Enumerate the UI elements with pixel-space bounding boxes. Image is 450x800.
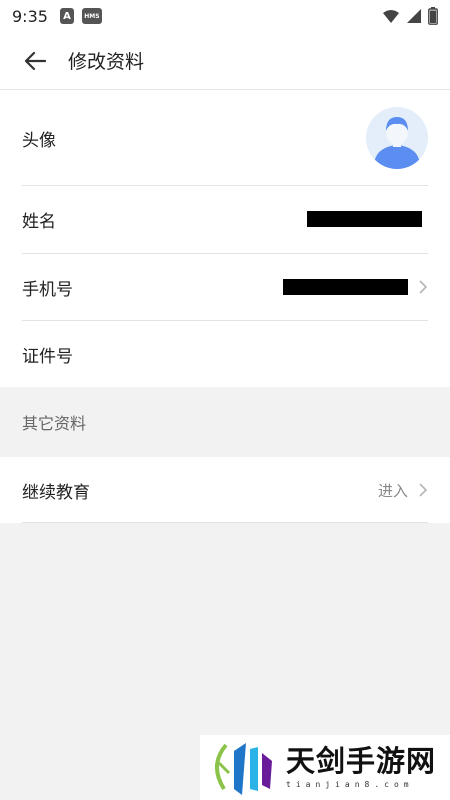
app-bar: 修改资料 (0, 32, 450, 90)
phone-redaction (283, 279, 408, 295)
watermark: 天剑手游网 tianjian8.com (200, 735, 450, 800)
wifi-icon (383, 10, 399, 23)
avatar[interactable] (366, 107, 428, 169)
name-redaction (307, 211, 422, 227)
status-badge-a: A (59, 8, 74, 24)
status-badge-hms: HMS (81, 8, 102, 24)
chevron-right-icon (418, 279, 428, 295)
watermark-subtitle: tianjian8.com (286, 779, 414, 789)
back-button[interactable] (20, 46, 50, 76)
watermark-title: 天剑手游网 (286, 744, 437, 779)
divider (22, 522, 428, 523)
user-avatar-icon (366, 107, 428, 169)
avatar-label: 头像 (22, 130, 56, 151)
page-title: 修改资料 (68, 51, 145, 73)
id-label: 证件号 (22, 346, 73, 367)
name-row: 姓名 (22, 186, 428, 252)
phone-row[interactable]: 手机号 (22, 254, 428, 320)
watermark-logo-icon (215, 742, 272, 795)
status-icons (382, 7, 438, 25)
chevron-right-icon (418, 482, 428, 498)
phone-label: 手机号 (22, 279, 73, 300)
status-bar: 9:35 A HMS (0, 0, 450, 32)
continuing-education-row[interactable]: 继续教育 进入 (22, 457, 428, 523)
avatar-row[interactable]: 头像 (22, 103, 428, 173)
arrow-left-icon (24, 51, 47, 70)
enter-label: 进入 (377, 481, 408, 500)
signal-icon (407, 9, 421, 23)
name-label: 姓名 (22, 211, 56, 232)
watermark-text: 天剑手游网 tianjian8.com (286, 744, 437, 789)
other-section-title: 其它资料 (22, 414, 87, 433)
battery-icon (428, 7, 438, 25)
continuing-education-label: 继续教育 (22, 482, 90, 503)
id-row: 证件号 (22, 321, 428, 387)
status-time: 9:35 (12, 6, 48, 26)
